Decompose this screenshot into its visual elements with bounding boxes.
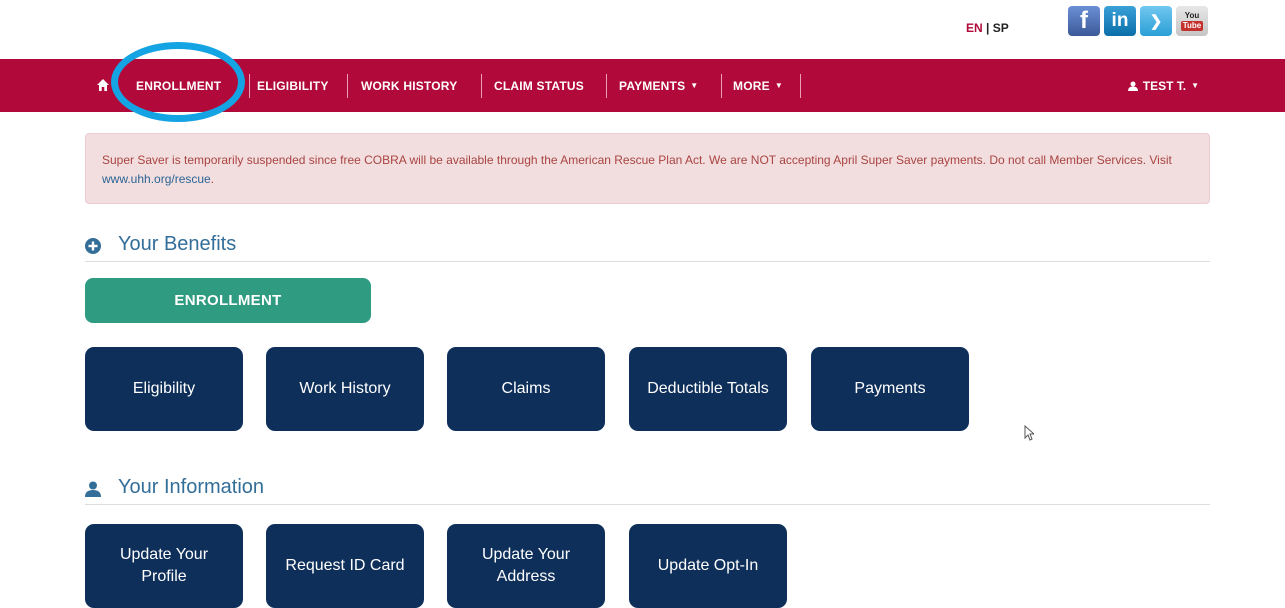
nav-more-label: MORE [733, 78, 770, 93]
nav-divider [800, 74, 801, 98]
main-navbar: ENROLLMENT ELIGIBILITY WORK HISTORY CLAI… [0, 59, 1285, 112]
benefits-title: Your Benefits [118, 233, 237, 255]
benefits-section-header: Your Benefits [85, 233, 1210, 262]
user-icon [85, 481, 101, 497]
nav-enrollment[interactable]: ENROLLMENT [136, 59, 221, 112]
nav-payments[interactable]: PAYMENTS ▼ [619, 59, 698, 112]
update-opt-in-tile[interactable]: Update Opt-In [629, 524, 787, 608]
mouse-cursor-icon [1024, 425, 1034, 441]
nav-divider [481, 74, 482, 98]
payments-tile[interactable]: Payments [811, 347, 969, 431]
alert-banner: Super Saver is temporarily suspended sin… [85, 133, 1210, 204]
language-switch: EN | SP [966, 21, 1009, 35]
alert-end: . [210, 172, 215, 186]
nav-divider [721, 74, 722, 98]
user-name: TEST T. [1142, 78, 1187, 93]
update-profile-tile[interactable]: Update Your Profile [85, 524, 243, 608]
social-links: f in ❯ You Tube [1068, 6, 1208, 36]
chevron-down-icon: ▼ [774, 81, 783, 90]
information-title: Your Information [118, 476, 265, 498]
language-sp-link[interactable]: SP [993, 21, 1009, 35]
user-icon [1127, 81, 1138, 91]
nav-payments-label: PAYMENTS [619, 78, 686, 93]
enrollment-button[interactable]: ENROLLMENT [85, 278, 371, 323]
language-separator: | [986, 21, 990, 35]
home-icon[interactable] [96, 78, 110, 92]
facebook-icon[interactable]: f [1068, 6, 1100, 36]
request-id-card-tile[interactable]: Request ID Card [266, 524, 424, 608]
youtube-icon[interactable]: You Tube [1176, 6, 1208, 36]
nav-work-history[interactable]: WORK HISTORY [361, 59, 457, 112]
nav-eligibility[interactable]: ELIGIBILITY [257, 59, 329, 112]
plus-circle-icon [85, 238, 101, 254]
update-address-tile[interactable]: Update Your Address [447, 524, 605, 608]
nav-divider [347, 74, 348, 98]
work-history-tile[interactable]: Work History [266, 347, 424, 431]
rescue-link[interactable]: www.uhh.org/rescue [102, 172, 211, 186]
linkedin-icon[interactable]: in [1104, 6, 1136, 36]
nav-more[interactable]: MORE ▼ [733, 59, 783, 112]
user-menu[interactable]: TEST T. ▼ [1127, 59, 1199, 112]
chevron-down-icon: ▼ [1191, 81, 1199, 90]
nav-divider [249, 74, 250, 98]
alert-text: Super Saver is temporarily suspended sin… [102, 153, 1172, 167]
information-section-header: Your Information [85, 476, 1210, 505]
twitter-icon[interactable]: ❯ [1140, 6, 1172, 36]
nav-claim-status[interactable]: CLAIM STATUS [494, 59, 584, 112]
claims-tile[interactable]: Claims [447, 347, 605, 431]
eligibility-tile[interactable]: Eligibility [85, 347, 243, 431]
language-en-link[interactable]: EN [966, 21, 983, 35]
chevron-down-icon: ▼ [690, 81, 699, 90]
nav-divider [606, 74, 607, 98]
deductible-totals-tile[interactable]: Deductible Totals [629, 347, 787, 431]
